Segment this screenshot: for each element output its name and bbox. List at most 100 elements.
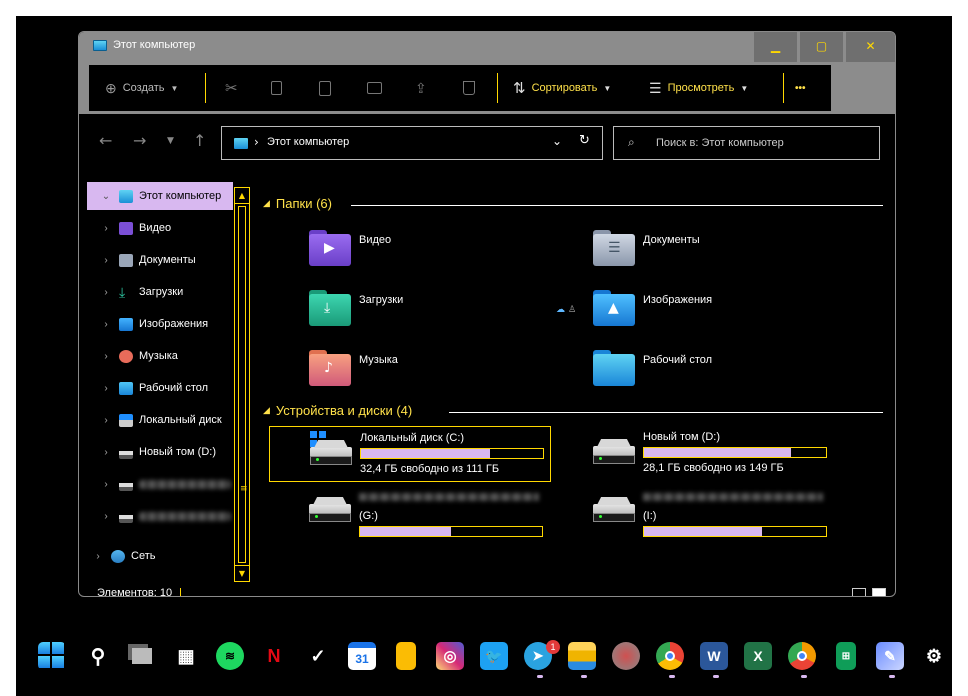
drive-c[interactable]: Локальный диск (C:) 32,4 ГБ свободно из … xyxy=(269,426,551,482)
paste-icon[interactable] xyxy=(319,65,331,111)
sidebar-item-drive-d[interactable]: › Новый том (D:) xyxy=(87,438,233,466)
sidebar-item-documents[interactable]: › Документы xyxy=(87,246,233,274)
calculator-icon[interactable]: ▦ xyxy=(172,642,200,670)
start-icon[interactable] xyxy=(38,642,66,670)
folder-downloads[interactable]: ⤓ Загрузки xyxy=(309,290,559,340)
drive-i[interactable]: (I:) xyxy=(553,484,835,540)
sidebar-item-label: Изображения xyxy=(139,318,209,330)
refresh-icon[interactable]: ↻ xyxy=(579,133,590,148)
hard-drive-icon xyxy=(309,497,351,522)
sort-button[interactable]: ⇅ Сортировать ▼ xyxy=(513,65,611,111)
address-bar[interactable]: › Этот компьютер ⌄ ↻ xyxy=(221,126,603,160)
sheets-icon[interactable]: ⊞ xyxy=(836,642,856,670)
task-view-icon[interactable] xyxy=(128,642,156,670)
sidebar-item-local-disk[interactable]: › Локальный диск xyxy=(87,406,233,434)
running-indicator xyxy=(801,675,807,678)
folder-pictures[interactable]: ▲ Изображения xyxy=(593,290,843,340)
plus-circle-icon: ⊕ xyxy=(105,79,117,96)
sidebar-item-downloads[interactable]: › ⤓ Загрузки xyxy=(87,278,233,306)
share-icon[interactable]: ⇪ xyxy=(415,65,427,111)
view-toggle xyxy=(846,586,886,596)
computer-icon xyxy=(234,138,248,149)
chevron-down-icon[interactable]: ⌄ xyxy=(552,134,562,148)
chevron-right-icon: › xyxy=(104,510,108,522)
netflix-icon[interactable]: N xyxy=(260,642,288,670)
more-options-button[interactable]: ••• xyxy=(795,65,806,111)
sort-icon: ⇅ xyxy=(513,80,526,97)
sidebar-item-music[interactable]: › Музыка xyxy=(87,342,233,370)
drive-usage-fill xyxy=(644,448,792,457)
forward-arrow-icon[interactable]: → xyxy=(133,131,146,150)
excel-icon[interactable]: X xyxy=(744,642,772,670)
chevron-right-icon: › xyxy=(104,382,108,394)
drive-usage-bar xyxy=(359,526,543,537)
search-input[interactable]: ⌕ Поиск в: Этот компьютер xyxy=(613,126,880,160)
scroll-up-icon[interactable]: ▲ xyxy=(235,188,249,204)
tiles-view-icon[interactable] xyxy=(872,588,886,596)
folder-name: Загрузки xyxy=(359,294,404,306)
create-button[interactable]: ⊕ Создать ▼ xyxy=(105,65,178,111)
word-icon[interactable]: W xyxy=(700,642,728,670)
sidebar-item-network[interactable]: › Сеть xyxy=(87,542,233,570)
maximize-button[interactable]: ▢ xyxy=(799,32,843,62)
todo-icon[interactable]: ✓ xyxy=(304,642,332,670)
folder-desktop[interactable]: Рабочий стол xyxy=(593,350,843,400)
person-icon: ♙ xyxy=(568,305,577,315)
local-disk-icon xyxy=(119,413,133,427)
taskbar: ⚲ ▦ ≋ N ✓ 31 ◎ 🐦 ➤ 1 W X ⊞ ✎ ⚙ xyxy=(16,632,952,680)
calendar-icon[interactable]: 31 xyxy=(348,642,376,670)
spotify-icon[interactable]: ≋ xyxy=(216,642,244,670)
close-button[interactable]: ✕ xyxy=(845,32,895,62)
address-path: Этот компьютер xyxy=(267,136,350,148)
view-label: Просмотреть xyxy=(667,82,735,94)
explorer-icon[interactable] xyxy=(568,642,596,670)
minimize-button[interactable]: ▁ xyxy=(753,32,797,62)
sidebar-item-desktop[interactable]: › Рабочий стол xyxy=(87,374,233,402)
drive-usage-bar xyxy=(360,448,544,459)
copy-icon[interactable] xyxy=(271,65,282,111)
folders-section-header[interactable]: ◢ Папки (6) xyxy=(263,196,332,211)
search-icon[interactable]: ⚲ xyxy=(84,642,112,670)
drive-usage-bar xyxy=(643,526,827,537)
delete-icon[interactable] xyxy=(463,65,475,111)
sidebar-item-drive-blurred[interactable]: › xyxy=(87,502,233,530)
cut-icon[interactable]: ✂ xyxy=(225,65,238,111)
paint-icon[interactable]: ✎ xyxy=(876,642,904,670)
recent-chevron-icon[interactable]: ▼ xyxy=(167,136,174,146)
settings-icon[interactable]: ⚙ xyxy=(920,642,948,670)
details-view-icon[interactable] xyxy=(852,588,866,596)
drive-g[interactable]: (G:) xyxy=(269,484,551,540)
blurred-drive-label xyxy=(643,493,823,501)
rename-icon[interactable] xyxy=(367,65,382,111)
folder-video[interactable]: ▶ Видео xyxy=(309,230,559,280)
chrome-canary-icon[interactable] xyxy=(788,642,816,670)
drive-icon xyxy=(119,445,133,459)
collapse-triangle-icon: ◢ xyxy=(263,198,270,208)
sidebar-item-video[interactable]: › Видео xyxy=(87,214,233,242)
drive-usage-bar xyxy=(643,447,827,458)
downloads-icon: ⤓ xyxy=(119,283,126,300)
sidebar-item-drive-blurred[interactable]: › xyxy=(87,470,233,498)
status-bar: Элементов: 10 xyxy=(97,587,182,596)
devices-section-header[interactable]: ◢ Устройства и диски (4) xyxy=(263,403,412,418)
document-lines-icon: ☰ xyxy=(608,240,621,256)
instagram-icon[interactable]: ◎ xyxy=(436,642,464,670)
twitter-icon[interactable]: 🐦 xyxy=(480,642,508,670)
play-icon: ▶ xyxy=(324,240,335,256)
sidebar-item-pictures[interactable]: › Изображения xyxy=(87,310,233,338)
title-bar[interactable]: Этот компьютер ▁ ▢ ✕ xyxy=(79,32,895,62)
folder-music[interactable]: ♪ Музыка xyxy=(309,350,559,400)
sidebar-item-this-pc[interactable]: ⌄ Этот компьютер xyxy=(87,182,233,210)
folder-documents[interactable]: ☰ Документы xyxy=(593,230,843,280)
computer-icon xyxy=(93,40,107,51)
up-arrow-icon[interactable]: ↑ xyxy=(193,131,206,150)
chrome-icon[interactable] xyxy=(656,642,684,670)
drive-d[interactable]: Новый том (D:) 28,1 ГБ свободно из 149 Г… xyxy=(553,426,835,482)
scroll-thumb[interactable] xyxy=(238,206,246,563)
record-icon[interactable] xyxy=(612,642,640,670)
keep-icon[interactable] xyxy=(396,642,416,670)
view-button[interactable]: ☰ Просмотреть ▼ xyxy=(649,65,748,111)
sidebar-scrollbar[interactable]: ▲ ≡ ▼ xyxy=(234,187,250,582)
back-arrow-icon[interactable]: ← xyxy=(99,131,112,150)
scroll-down-icon[interactable]: ▼ xyxy=(235,565,249,581)
